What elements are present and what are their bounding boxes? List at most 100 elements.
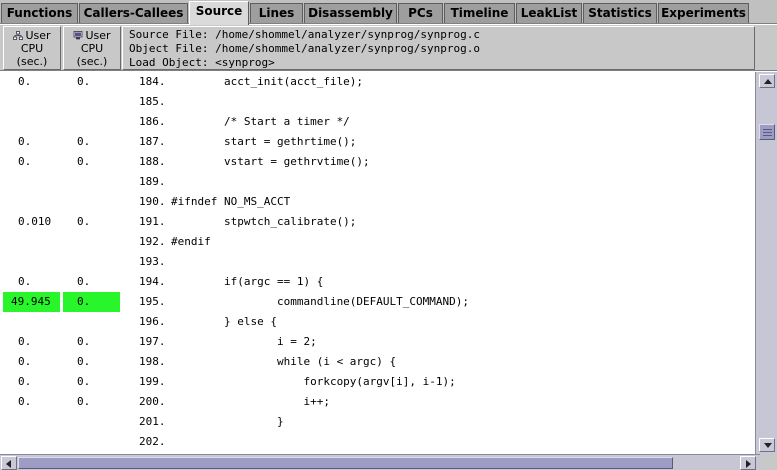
- source-listing[interactable]: 0. 0. 184. acct_init(acct_file); 185. 186. /…: [0, 72, 755, 454]
- column-header-exclusive-user-cpu[interactable]: User CPU (sec.): [63, 26, 121, 70]
- metric-inclusive-user-cpu: 0.: [18, 335, 32, 348]
- source-line-row[interactable]: 0. 0. 200. i++;: [0, 392, 755, 412]
- metric-inclusive-user-cpu: [3, 252, 60, 272]
- metric-exclusive-user-cpu: [63, 172, 120, 192]
- tab-functions[interactable]: Functions: [1, 3, 78, 23]
- line-number: 185.: [139, 95, 166, 108]
- source-code-text: while (i < argc) {: [171, 355, 397, 368]
- line-number: 199.: [139, 375, 166, 388]
- tab-lines[interactable]: Lines: [250, 3, 303, 23]
- source-code-text: forkcopy(argv[i], i-1);: [171, 375, 456, 388]
- source-code-text: #ifndef NO_MS_ACCT: [171, 195, 291, 208]
- column-label-line1: User: [25, 29, 51, 42]
- source-line-row[interactable]: 0. 0. 187. start = gethrtime();: [0, 132, 755, 152]
- line-number: 184.: [139, 75, 166, 88]
- load-object-name: Load Object: <synprog>: [129, 56, 275, 69]
- vertical-scroll-thumb[interactable]: [759, 124, 775, 140]
- scroll-left-button[interactable]: [1, 456, 17, 470]
- metric-inclusive-user-cpu: [3, 432, 60, 452]
- source-code-text: start = gethrtime();: [171, 135, 357, 148]
- source-file-info: Source File: /home/shommel/analyzer/synp…: [122, 26, 755, 70]
- line-number: 201.: [139, 415, 166, 428]
- source-line-row[interactable]: 0.010 0. 191. stpwtch_calibrate();: [0, 212, 755, 232]
- line-number: 186.: [139, 115, 166, 128]
- metric-inclusive-user-cpu: 0.: [18, 395, 32, 408]
- vertical-scrollbar[interactable]: [755, 72, 777, 454]
- tab-source[interactable]: Source: [189, 1, 249, 25]
- metric-inclusive-user-cpu: 0.: [18, 375, 32, 388]
- arrow-right-icon: [746, 460, 751, 468]
- metric-exclusive-user-cpu: [63, 232, 120, 252]
- scrollbar-corner: [760, 454, 777, 470]
- tab-statistics[interactable]: Statistics: [583, 3, 657, 23]
- line-number: 191.: [139, 215, 166, 228]
- scroll-down-button[interactable]: [759, 438, 775, 452]
- source-line-row[interactable]: 193.: [0, 252, 755, 272]
- source-line-row[interactable]: 202.: [0, 432, 755, 452]
- tab-callers-callees[interactable]: Callers-Callees: [79, 3, 188, 23]
- metric-inclusive-user-cpu: 49.945: [3, 292, 60, 312]
- source-line-row[interactable]: 0. 0. 197. i = 2;: [0, 332, 755, 352]
- source-line-row[interactable]: 192. #endif: [0, 232, 755, 252]
- tab-disassembly[interactable]: Disassembly: [304, 3, 397, 23]
- source-line-row[interactable]: 0. 0. 188. vstart = gethrvtime();: [0, 152, 755, 172]
- source-line-row[interactable]: 186. /* Start a timer */: [0, 112, 755, 132]
- metric-exclusive-user-cpu: 0.: [77, 215, 91, 228]
- tab-bar: Functions Callers-Callees Source Lines D…: [0, 0, 777, 25]
- line-number: 189.: [139, 175, 166, 188]
- source-line-row[interactable]: 49.945 0. 195. commandline(DEFAULT_COMMAND…: [0, 292, 755, 312]
- metric-exclusive-user-cpu: [63, 312, 120, 332]
- source-code-text: i = 2;: [171, 335, 317, 348]
- object-file-path: Object File: /home/shommel/analyzer/synp…: [129, 42, 480, 55]
- metric-exclusive-user-cpu: 0.: [77, 355, 91, 368]
- column-header-inclusive-user-cpu[interactable]: User CPU (sec.): [3, 26, 61, 70]
- source-line-row[interactable]: 0. 0. 199. forkcopy(argv[i], i-1);: [0, 372, 755, 392]
- source-line-row[interactable]: 0. 0. 194. if(argc == 1) {: [0, 272, 755, 292]
- metric-exclusive-user-cpu: 0.: [63, 292, 120, 312]
- source-line-row[interactable]: 189.: [0, 172, 755, 192]
- source-line-row[interactable]: 190. #ifndef NO_MS_ACCT: [0, 192, 755, 212]
- horizontal-scroll-thumb[interactable]: [18, 457, 673, 469]
- metric-inclusive-user-cpu: [3, 412, 60, 432]
- column-label-line3: (sec.): [16, 55, 48, 68]
- metric-inclusive-user-cpu: [3, 112, 60, 132]
- horizontal-scrollbar[interactable]: [0, 454, 777, 470]
- arrow-down-icon: [764, 443, 772, 448]
- metric-exclusive-user-cpu: 0.: [77, 375, 91, 388]
- metric-exclusive-user-cpu: [63, 432, 120, 452]
- tab-leaklist[interactable]: LeakList: [516, 3, 582, 23]
- source-code-text: }: [171, 415, 284, 428]
- scroll-right-button[interactable]: [740, 456, 756, 470]
- line-number: 197.: [139, 335, 166, 348]
- metric-inclusive-user-cpu: 0.: [18, 75, 32, 88]
- tab-pcs[interactable]: PCs: [398, 3, 443, 23]
- metric-inclusive-user-cpu: 0.: [18, 355, 32, 368]
- scroll-up-button[interactable]: [759, 74, 775, 88]
- line-number: 200.: [139, 395, 166, 408]
- metric-exclusive-user-cpu: 0.: [77, 155, 91, 168]
- metric-inclusive-user-cpu: 0.: [18, 155, 32, 168]
- source-code-text: acct_init(acct_file);: [171, 75, 364, 88]
- exclusive-metric-icon: [74, 31, 83, 40]
- line-number: 190.: [139, 195, 166, 208]
- metric-inclusive-user-cpu: [3, 232, 60, 252]
- tab-timeline[interactable]: Timeline: [444, 3, 515, 23]
- source-line-row[interactable]: 0. 0. 198. while (i < argc) {: [0, 352, 755, 372]
- metric-inclusive-user-cpu: 0.: [18, 135, 32, 148]
- source-line-row[interactable]: 196. } else {: [0, 312, 755, 332]
- source-line-row[interactable]: 0. 0. 184. acct_init(acct_file);: [0, 72, 755, 92]
- metric-inclusive-user-cpu: [3, 312, 60, 332]
- metric-exclusive-user-cpu: [63, 112, 120, 132]
- source-code-text: if(argc == 1) {: [171, 275, 324, 288]
- tab-experiments[interactable]: Experiments: [658, 3, 749, 23]
- metric-inclusive-user-cpu: [3, 172, 60, 192]
- metric-exclusive-user-cpu: [63, 412, 120, 432]
- metric-exclusive-user-cpu: 0.: [77, 75, 91, 88]
- source-line-row[interactable]: 201. }: [0, 412, 755, 432]
- metric-exclusive-user-cpu: 0.: [77, 395, 91, 408]
- arrow-left-icon: [6, 460, 11, 468]
- column-label-line2: CPU: [80, 42, 104, 55]
- metric-inclusive-user-cpu: [3, 192, 60, 212]
- metric-exclusive-user-cpu: [63, 92, 120, 112]
- source-line-row[interactable]: 185.: [0, 92, 755, 112]
